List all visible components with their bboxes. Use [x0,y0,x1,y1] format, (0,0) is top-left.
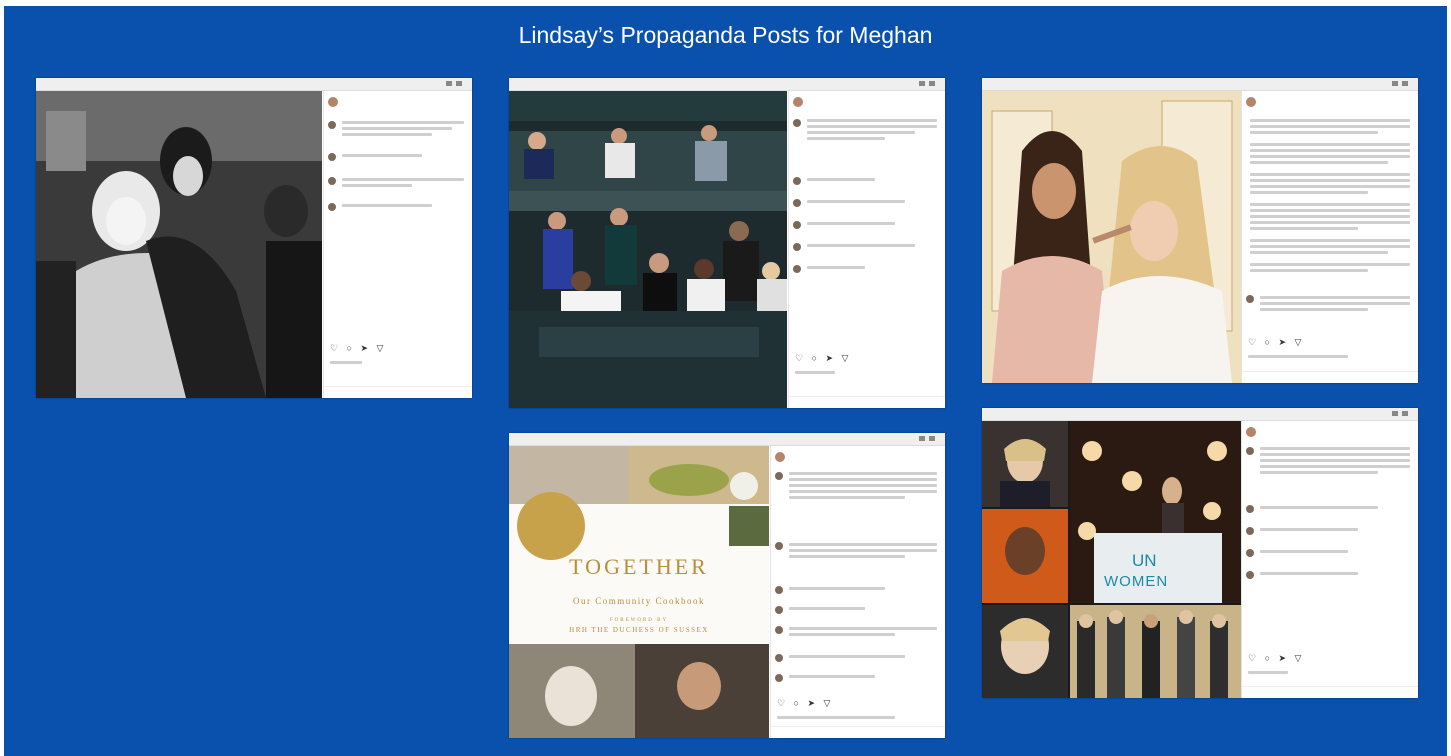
address-bar [1040,410,1140,417]
cookbook-subtitle: Our Community Cookbook [572,596,705,606]
cookbook-foreword-label: FOREWORD BY [609,618,669,623]
bw-photo-art [36,91,322,398]
avatar [775,542,783,550]
avatar [1246,447,1254,455]
stadium-photo-art [509,91,787,408]
avatar [328,153,336,161]
post-actions[interactable]: ♡ ○ ➤ ▽ [1248,653,1304,664]
post-sidebar: ♡ ○ ➤ ▽ [1241,91,1418,383]
add-comment-field[interactable] [1242,371,1418,383]
post-photo: TOGETHER Our Community Cookbook FOREWORD… [509,446,769,738]
avatar [775,626,783,634]
add-comment-field[interactable] [1242,686,1418,698]
browser-bar [36,78,472,91]
avatar [1246,527,1254,535]
avatar [1246,427,1256,437]
instagram-post-wedding-makeup[interactable]: ♡ ○ ➤ ▽ [982,78,1418,383]
avatar [793,119,801,127]
post-actions[interactable]: ♡ ○ ➤ ▽ [330,343,386,354]
add-comment-field[interactable] [324,386,472,398]
avatar [793,265,801,273]
post-photo [36,91,322,398]
avatar [1246,97,1256,107]
instagram-post-un-women[interactable]: UN WOMEN ♡ ○ ➤ ▽ [982,408,1418,698]
avatar [775,452,785,462]
address-bar [1040,80,1140,87]
avatar [793,243,801,251]
avatar [1246,549,1254,557]
browser-bar [509,433,945,446]
avatar [328,177,336,185]
post-sidebar: ♡ ○ ➤ ▽ [323,91,472,398]
cookbook-title: TOGETHER [569,554,709,579]
post-photo [509,91,787,408]
post-sidebar: ♡ ○ ➤ ▽ [770,446,945,738]
un-women-sign-line2: WOMEN [1104,573,1169,590]
browser-bar [982,78,1418,91]
un-women-sign-line1: UN [1132,551,1157,570]
post-actions[interactable]: ♡ ○ ➤ ▽ [795,353,851,364]
post-sidebar: ♡ ○ ➤ ▽ [788,91,945,408]
post-sidebar: ♡ ○ ➤ ▽ [1241,421,1418,698]
instagram-post-wimbledon[interactable]: ♡ ○ ➤ ▽ [509,78,945,408]
avatar [775,472,783,480]
instagram-post-bw-friends[interactable]: ♡ ○ ➤ ▽ [36,78,472,398]
add-comment-field[interactable] [789,396,945,408]
avatar [1246,295,1254,303]
address-bar [567,80,667,87]
makeup-photo-art [982,91,1241,383]
avatar [328,203,336,211]
avatar [1246,571,1254,579]
avatar [793,221,801,229]
address-bar [94,80,194,87]
post-actions[interactable]: ♡ ○ ➤ ▽ [777,698,833,709]
post-photo: UN WOMEN [982,421,1241,698]
instagram-post-cookbook[interactable]: TOGETHER Our Community Cookbook FOREWORD… [509,433,945,738]
page-title: Lindsay’s Propaganda Posts for Meghan [518,22,933,48]
avatar [1246,505,1254,513]
browser-bar [509,78,945,91]
avatar [793,199,801,207]
cookbook-cover-art [509,446,769,738]
cookbook-foreword-name: HRH THE DUCHESS OF SUSSEX [569,626,709,634]
post-actions[interactable]: ♡ ○ ➤ ▽ [1248,337,1304,348]
avatar [793,177,801,185]
browser-bar [982,408,1418,421]
avatar [775,586,783,594]
avatar [775,654,783,662]
post-photo [982,91,1241,383]
add-comment-field[interactable] [771,726,945,738]
avatar [775,606,783,614]
address-bar [567,435,667,442]
avatar [328,121,336,129]
avatar [775,674,783,682]
un-women-collage-art [982,421,1241,698]
avatar [328,97,338,107]
avatar [793,97,803,107]
